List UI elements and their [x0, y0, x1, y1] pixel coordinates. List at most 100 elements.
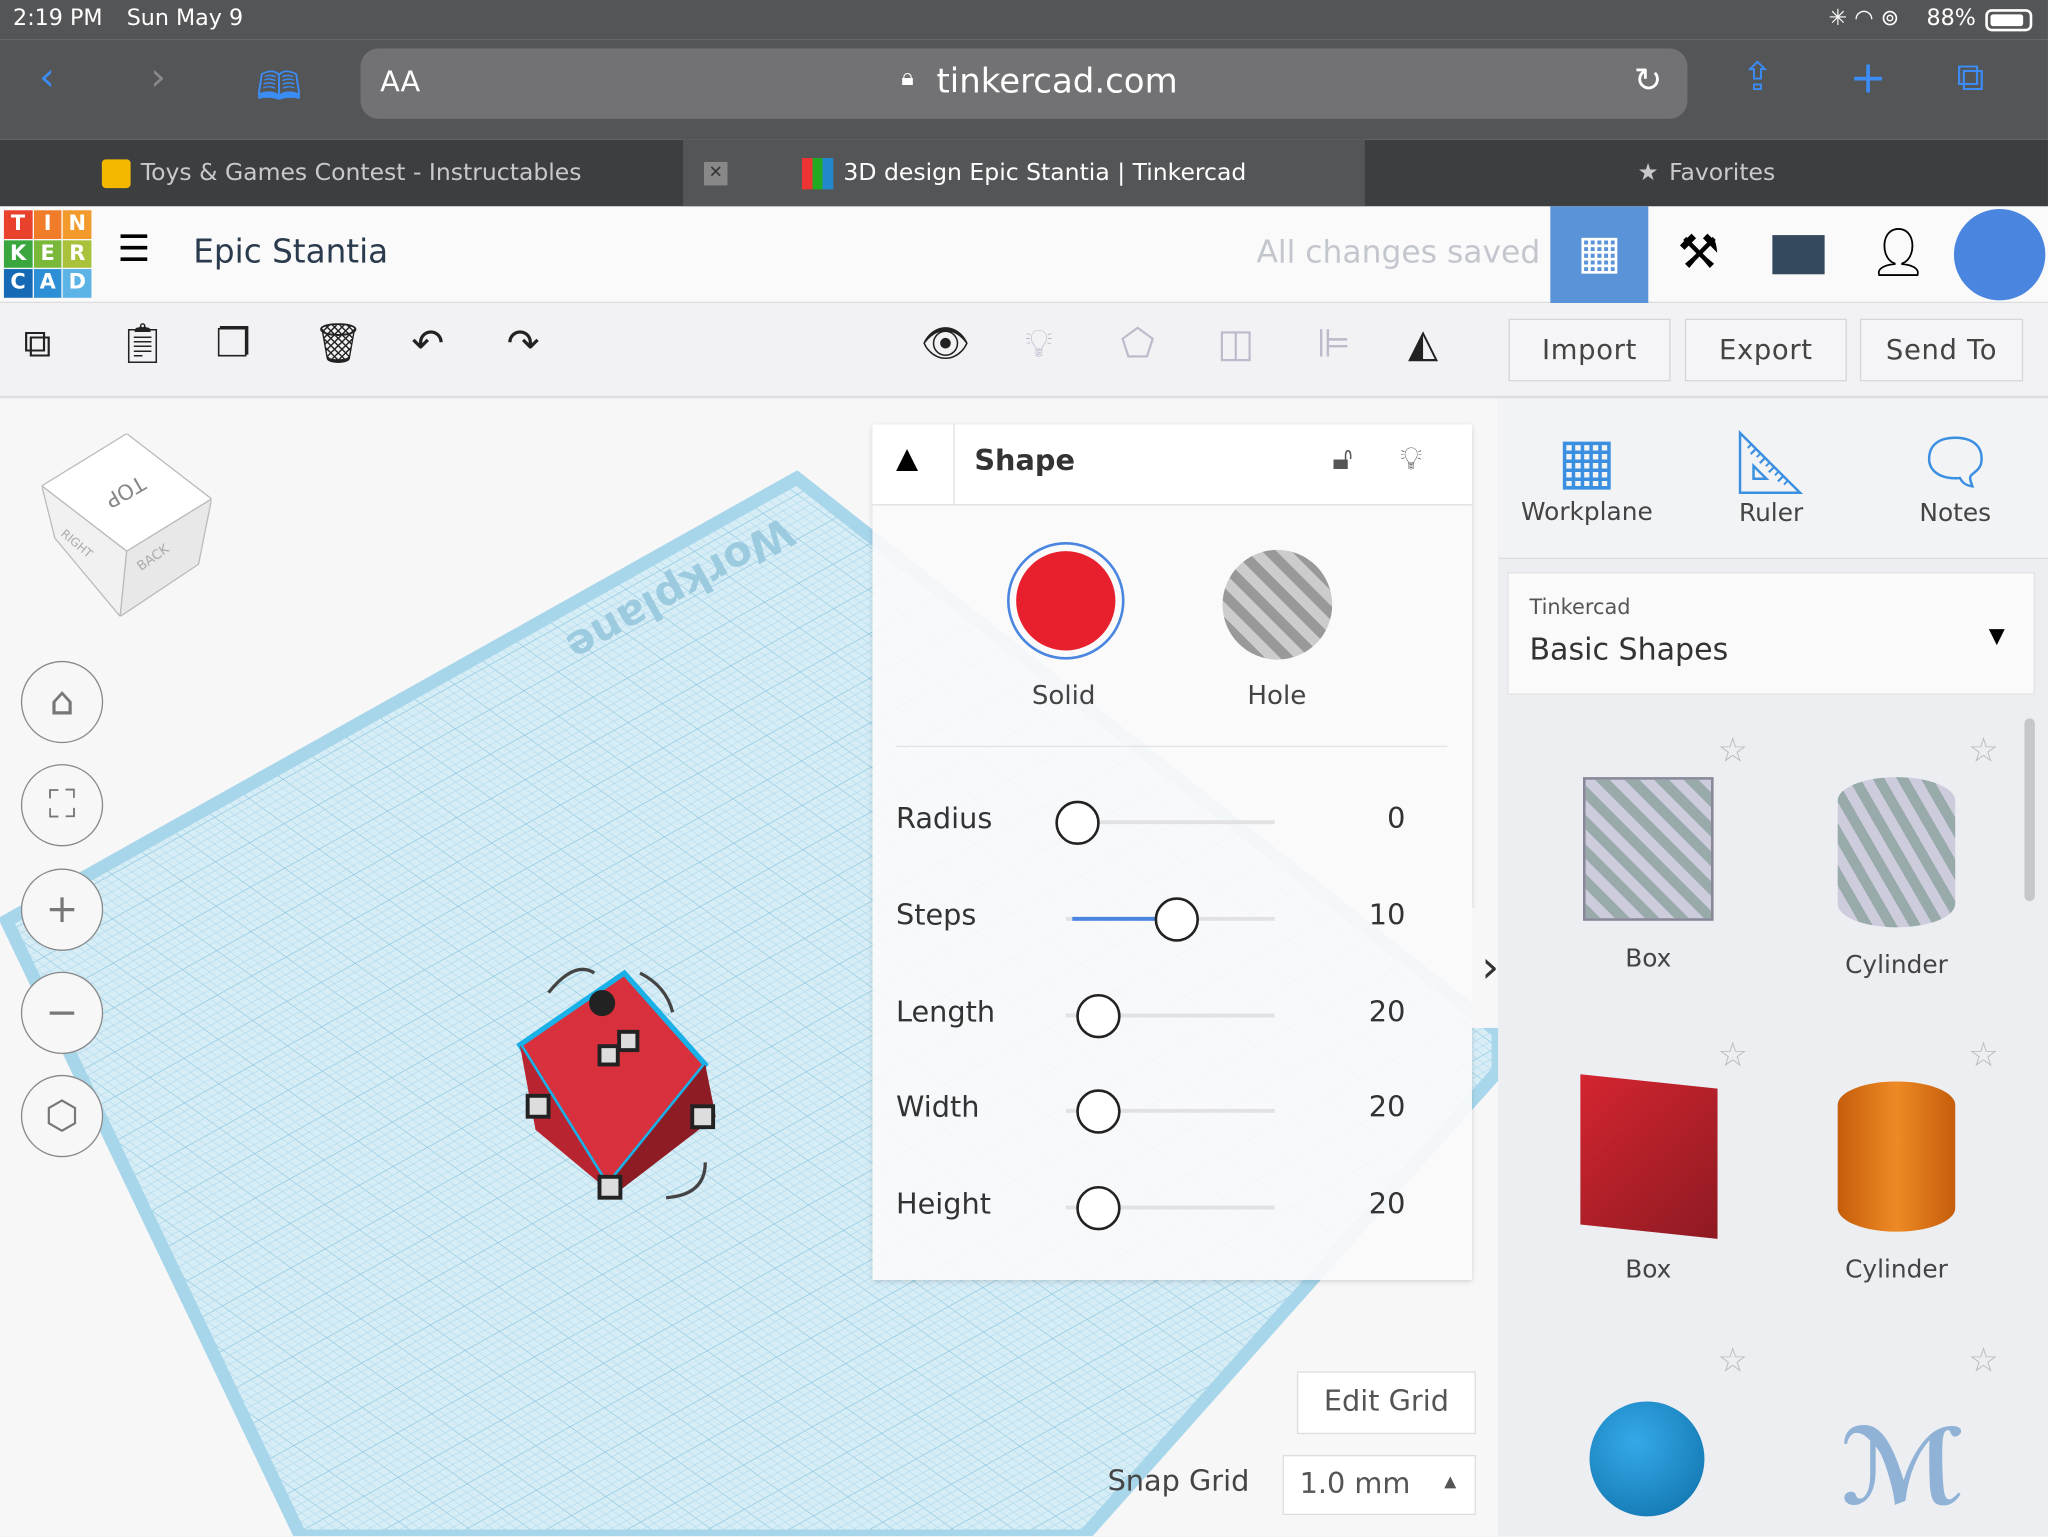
- design-title[interactable]: Epic Stantia: [193, 232, 388, 270]
- lock-icon: 🔒︎: [901, 63, 914, 92]
- shape-box-hole[interactable]: Box: [1524, 764, 1772, 973]
- zoom-out-icon[interactable]: −: [20, 971, 104, 1055]
- design-list-icon[interactable]: ☰: [118, 227, 151, 270]
- tinkercad-favicon: [801, 157, 833, 189]
- bookmarks-icon[interactable]: 🕮: [256, 57, 302, 124]
- url-text[interactable]: tinkercad.com: [936, 63, 1177, 102]
- share-icon[interactable]: ⇪: [1741, 55, 1774, 101]
- edit-grid-button[interactable]: Edit Grid: [1296, 1371, 1476, 1435]
- tinkercad-logo[interactable]: TIN KER CAD: [3, 210, 92, 298]
- paste-icon[interactable]: 📋︎: [118, 321, 168, 367]
- wifi-icon: ✳ ◠ ⊚: [1828, 5, 1900, 32]
- width-slider[interactable]: Width 20: [896, 1084, 1432, 1136]
- notes-tool[interactable]: 🗨︎ Notes: [1831, 424, 2048, 528]
- box-hole-thumbnail: [1582, 777, 1714, 921]
- tab-tinkercad[interactable]: ✕ 3D design Epic Stantia | Tinkercad: [683, 139, 1365, 207]
- perspective-icon[interactable]: ⬡: [20, 1074, 104, 1158]
- sphere-shape[interactable]: [1589, 1401, 1705, 1517]
- param-label: Height: [895, 1188, 991, 1222]
- text-size-button[interactable]: AA: [380, 67, 420, 100]
- reload-icon[interactable]: ↻: [1634, 61, 1662, 100]
- favorite-star-icon[interactable]: ☆: [1968, 1036, 1998, 1075]
- favorite-star-icon[interactable]: ☆: [1968, 1341, 1998, 1380]
- scribble-shape[interactable]: ℳ: [1840, 1407, 1964, 1537]
- lightbulb-icon[interactable]: 💡︎: [1025, 321, 1052, 367]
- redo-icon[interactable]: ↷: [507, 321, 540, 367]
- mirror-icon[interactable]: ◭: [1408, 321, 1438, 367]
- param-value[interactable]: 20: [1369, 1189, 1406, 1222]
- solid-button[interactable]: [1007, 542, 1125, 660]
- avatar[interactable]: [1953, 208, 2046, 301]
- duplicate-icon[interactable]: ❐: [216, 321, 251, 367]
- back-icon[interactable]: ‹: [39, 55, 55, 101]
- steps-slider[interactable]: Steps 10: [896, 892, 1432, 944]
- 3d-view-grid-icon[interactable]: ▦: [1550, 206, 1649, 304]
- forward-icon[interactable]: ›: [150, 55, 166, 101]
- tab-label: Favorites: [1669, 159, 1776, 187]
- tab-favorites[interactable]: ★ Favorites: [1365, 140, 2048, 207]
- tab-label: 3D design Epic Stantia | Tinkercad: [843, 159, 1247, 187]
- time: 2:19 PM: [13, 5, 103, 32]
- cylinder-thumbnail: [1837, 1081, 1956, 1232]
- param-label: Width: [895, 1091, 980, 1125]
- new-tab-icon[interactable]: +: [1849, 52, 1886, 104]
- export-button[interactable]: Export: [1684, 318, 1847, 382]
- address-bar[interactable]: AA 🔒︎ tinkercad.com ↻: [360, 48, 1688, 119]
- length-slider[interactable]: Length 20: [896, 989, 1432, 1041]
- bricks-icon[interactable]: [1749, 206, 1847, 303]
- favorite-star-icon[interactable]: ☆: [1968, 731, 1998, 770]
- battery-level: 88%: [1926, 5, 1976, 32]
- lock-icon[interactable]: 🔓︎: [1332, 440, 1352, 477]
- app-header: TIN KER CAD ☰ Epic Stantia All changes s…: [0, 206, 2048, 304]
- zoom-in-icon[interactable]: +: [20, 868, 104, 951]
- send-to-button[interactable]: Send To: [1859, 318, 2024, 382]
- tab-instructables[interactable]: Toys & Games Contest - Instructables: [0, 140, 683, 207]
- shape-cylinder-hole[interactable]: Cylinder: [1772, 764, 2020, 980]
- param-value[interactable]: 20: [1369, 997, 1406, 1030]
- hole-button[interactable]: [1222, 549, 1333, 660]
- edit-toolbar: ⧉ 📋︎ ❐ 🗑︎ ↶ ↷ 👁︎ 💡︎ ⬠ ◫ ⊫ ◭ Import Expor…: [0, 303, 2048, 399]
- shape-box[interactable]: Box: [1524, 1068, 1772, 1284]
- solid-label: Solid: [1031, 679, 1096, 711]
- snap-grid-value: 1.0 mm: [1299, 1468, 1411, 1501]
- shape-cylinder[interactable]: Cylinder: [1772, 1068, 2020, 1284]
- param-value[interactable]: 10: [1369, 900, 1406, 933]
- param-label: Length: [895, 996, 996, 1030]
- height-slider[interactable]: Height 20: [896, 1181, 1432, 1233]
- group-icon[interactable]: ⬠: [1121, 321, 1155, 367]
- scrollbar[interactable]: [2024, 718, 2035, 902]
- star-icon: ★: [1637, 159, 1659, 187]
- favorite-star-icon[interactable]: ☆: [1718, 1341, 1748, 1380]
- lightbulb-icon[interactable]: 💡︎: [1400, 440, 1422, 477]
- shapes-sidebar: ▦ Workplane 📐︎ Ruler 🗨︎ Notes Tinkercad Bas…: [1498, 398, 2048, 1536]
- param-value[interactable]: 0: [1387, 803, 1405, 836]
- fit-view-icon[interactable]: ⛶: [20, 764, 104, 847]
- delete-icon[interactable]: 🗑︎: [313, 321, 363, 367]
- radius-slider[interactable]: Radius 0: [896, 795, 1432, 847]
- param-value[interactable]: 20: [1369, 1092, 1406, 1125]
- view-cube[interactable]: TOP RIGHT BACK: [40, 432, 213, 619]
- show-notes-icon[interactable]: 👁︎: [921, 321, 971, 367]
- favorite-star-icon[interactable]: ☆: [1718, 731, 1748, 770]
- close-tab-icon[interactable]: ✕: [703, 161, 728, 186]
- box-thumbnail: [1579, 1074, 1717, 1239]
- ungroup-icon[interactable]: ◫: [1217, 321, 1254, 367]
- tabs-icon[interactable]: ⧉: [1957, 55, 1985, 101]
- notes-icon: 🗨︎: [1915, 425, 1996, 499]
- import-button[interactable]: Import: [1508, 318, 1671, 382]
- tab-bar: Toys & Games Contest - Instructables ✕ 3…: [0, 139, 2048, 207]
- library-select[interactable]: Tinkercad Basic Shapes ▼: [1507, 572, 2035, 695]
- home-view-icon[interactable]: ⌂: [20, 660, 104, 744]
- undo-icon[interactable]: ↶: [411, 321, 444, 367]
- snap-grid-select[interactable]: 1.0 mm ▲: [1282, 1454, 1476, 1516]
- align-icon[interactable]: ⊫: [1317, 321, 1351, 367]
- collapse-icon[interactable]: ▲: [896, 443, 918, 476]
- copy-icon[interactable]: ⧉: [24, 321, 52, 367]
- library-name: Basic Shapes: [1529, 633, 1729, 668]
- caret-up-icon: ▲: [1444, 1471, 1457, 1491]
- favorite-star-icon[interactable]: ☆: [1718, 1036, 1748, 1075]
- cylinder-hole-thumbnail: [1837, 777, 1956, 928]
- invite-user-icon[interactable]: 👤︎: [1848, 206, 1949, 303]
- browser-toolbar: ‹ › 🕮 AA 🔒︎ tinkercad.com ↻ ⇪ + ⧉: [0, 39, 2048, 140]
- codeblocks-pickaxe-icon[interactable]: ⚒: [1650, 206, 1748, 303]
